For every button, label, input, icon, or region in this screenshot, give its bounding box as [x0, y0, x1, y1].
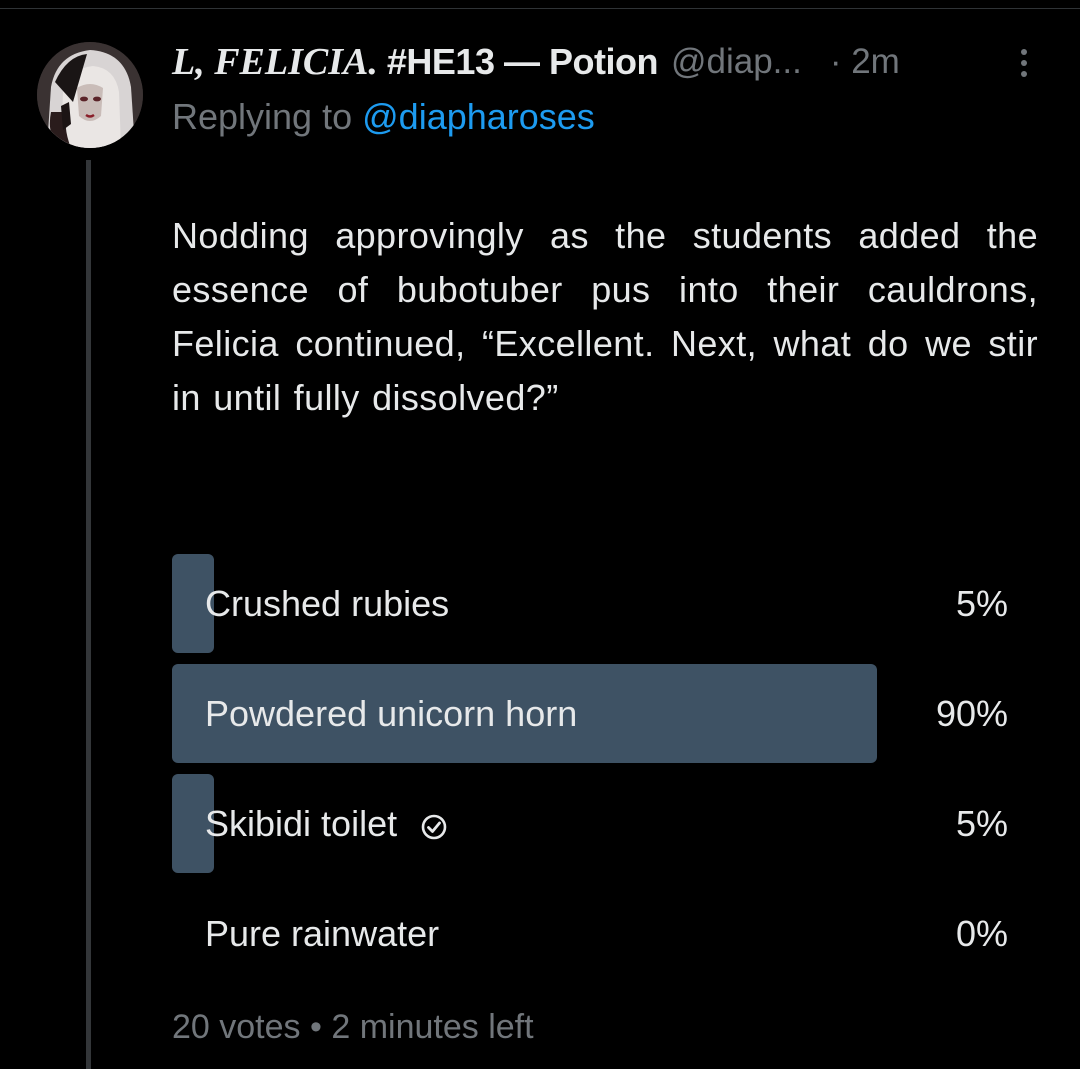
poll-option-percent: 5% [955, 802, 1008, 844]
user-handle[interactable]: @diap... [671, 42, 802, 82]
poll-option[interactable]: Skibidi toilet 5% [172, 774, 1010, 873]
replying-handle-link[interactable]: @diapharoses [362, 96, 595, 137]
poll-option-percent: 90% [935, 692, 1008, 734]
poll-votes: 20 votes [172, 1008, 301, 1046]
thread-line [86, 160, 91, 1069]
replying-to: Replying to @diapharoses [172, 96, 595, 138]
poll-option-percent: 0% [955, 912, 1008, 954]
tweet-text: Nodding approvingly as the students adde… [172, 215, 1038, 418]
poll-option-text: Pure rainwater [205, 912, 440, 954]
avatar[interactable] [37, 42, 143, 148]
check-circle-icon [419, 809, 449, 839]
replying-prefix: Replying to [172, 96, 353, 137]
poll: Crushed rubies 5% Powdered unicorn horn … [172, 554, 1010, 994]
avatar-image [37, 42, 143, 148]
poll-time-left: 2 minutes left [331, 1008, 534, 1046]
poll-option-text: Skibidi toilet [205, 802, 398, 844]
poll-option[interactable]: Powdered unicorn horn 90% [172, 664, 1010, 763]
poll-option[interactable]: Crushed rubies 5% [172, 554, 1010, 653]
poll-option-label: Powdered unicorn horn [205, 664, 577, 763]
display-name-rest[interactable]: #HE13 — Potion [387, 41, 659, 83]
display-name-italic[interactable]: L, FELICIA. [172, 40, 378, 84]
poll-option[interactable]: Pure rainwater 0% [172, 884, 1010, 983]
poll-meta: 20 votes • 2 minutes left [172, 1008, 534, 1047]
poll-separator: • [309, 1008, 322, 1046]
more-vertical-icon[interactable] [1018, 48, 1030, 78]
poll-option-text: Powdered unicorn horn [205, 692, 578, 734]
poll-option-text: Crushed rubies [205, 582, 450, 624]
poll-option-label: Skibidi toilet [205, 774, 449, 873]
poll-option-label: Crushed rubies [205, 554, 449, 653]
tweet-time[interactable]: · 2m [830, 42, 900, 82]
poll-option-label: Pure rainwater [205, 884, 439, 983]
poll-option-percent: 5% [955, 582, 1008, 624]
tweet-header: L, FELICIA. #HE13 — Potion @diap... · 2m [172, 38, 900, 86]
top-divider [0, 8, 1080, 9]
